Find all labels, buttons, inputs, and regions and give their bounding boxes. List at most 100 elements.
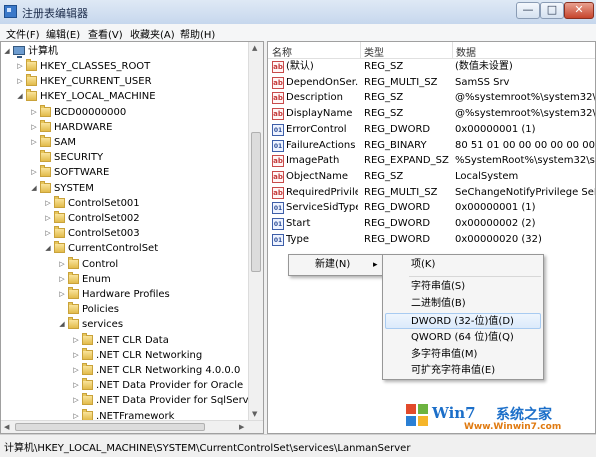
expanded-arrow-icon[interactable]: ◢ bbox=[3, 44, 11, 59]
string-value-icon: ab bbox=[272, 61, 284, 73]
tree-root-computer[interactable]: ◢ 计算机 bbox=[1, 44, 251, 59]
submenu-item-expandable-string-value[interactable]: 可扩充字符串值(E) bbox=[385, 363, 541, 379]
collapsed-arrow-icon[interactable]: ▷ bbox=[30, 120, 38, 135]
collapsed-arrow-icon[interactable]: ▷ bbox=[72, 333, 80, 348]
collapsed-arrow-icon[interactable]: ▷ bbox=[72, 378, 80, 393]
scroll-right-icon[interactable]: ▶ bbox=[239, 423, 244, 431]
collapsed-arrow-icon[interactable]: ▷ bbox=[30, 165, 38, 180]
collapsed-arrow-icon[interactable]: ▷ bbox=[44, 211, 52, 226]
tree-item[interactable]: ▷ ControlSet001 bbox=[1, 195, 249, 211]
scroll-down-icon[interactable]: ▼ bbox=[252, 410, 257, 418]
value-row[interactable]: 01 Type REG_DWORD 0x00000020 (32) bbox=[268, 232, 595, 248]
title-bar[interactable]: 注册表编辑器 — □ ✕ bbox=[0, 0, 596, 25]
close-button[interactable]: ✕ bbox=[564, 2, 594, 19]
value-row[interactable]: ab Description REG_SZ @%systemroot%\system3… bbox=[268, 90, 595, 106]
tree-item[interactable]: ▷ HKEY_CURRENT_USER bbox=[1, 74, 249, 89]
registry-tree[interactable]: ◢ 计算机 ▷ HKEY_CLASSES_ROOT ▷ HKEY_CURRENT_US… bbox=[0, 41, 264, 434]
tree-item[interactable]: Policies bbox=[1, 302, 249, 317]
collapsed-arrow-icon[interactable]: ▷ bbox=[72, 363, 80, 378]
value-row[interactable]: ab DependOnSer... REG_MULTI_SZ SamSS Srv bbox=[268, 75, 595, 91]
expanded-arrow-icon[interactable]: ◢ bbox=[30, 181, 38, 196]
submenu-item-string-value[interactable]: 字符串值(S) bbox=[385, 279, 541, 295]
maximize-button[interactable]: □ bbox=[540, 2, 564, 19]
tree-item[interactable]: SECURITY bbox=[1, 150, 249, 165]
tree-item[interactable]: ◢ HKEY_LOCAL_MACHINE bbox=[1, 89, 249, 104]
menu-item-new[interactable]: 新建(N) ▸ bbox=[291, 257, 381, 273]
submenu-item-binary-value[interactable]: 二进制值(B) bbox=[385, 296, 541, 312]
scroll-up-icon[interactable]: ▲ bbox=[252, 44, 257, 52]
menu-edit[interactable]: 编辑(E) bbox=[46, 26, 80, 41]
tree-item-label: ControlSet002 bbox=[68, 213, 140, 224]
scroll-thumb[interactable] bbox=[251, 132, 261, 272]
tree-item[interactable]: ◢ CurrentControlSet bbox=[1, 241, 249, 256]
tree-item[interactable]: ▷ Enum bbox=[1, 271, 249, 287]
tree-item[interactable]: ▷ .NET Data Provider for Oracle bbox=[1, 378, 249, 393]
value-type: REG_MULTI_SZ bbox=[364, 76, 438, 88]
submenu-item-key[interactable]: 项(K) bbox=[385, 257, 541, 273]
value-row[interactable]: ab ObjectName REG_SZ LocalSystem bbox=[268, 169, 595, 185]
tree-item[interactable]: ▷ SOFTWARE bbox=[1, 165, 249, 180]
menu-file[interactable]: 文件(F) bbox=[6, 26, 40, 41]
value-type: REG_DWORD bbox=[364, 218, 431, 229]
value-row[interactable]: 01 Start REG_DWORD 0x00000002 (2) bbox=[268, 216, 595, 232]
value-row[interactable]: ab (默认) REG_SZ (数值未设置) bbox=[268, 59, 595, 75]
minimize-button[interactable]: — bbox=[516, 2, 540, 19]
collapsed-arrow-icon[interactable]: ▷ bbox=[30, 135, 38, 150]
value-row[interactable]: ab ImagePath REG_EXPAND_SZ %SystemRoot%\sys… bbox=[268, 153, 595, 169]
tree-item[interactable]: ▷ .NET CLR Data bbox=[1, 332, 249, 348]
collapsed-arrow-icon[interactable]: ▷ bbox=[44, 196, 52, 211]
submenu-arrow-icon: ▸ bbox=[373, 260, 378, 270]
collapsed-arrow-icon[interactable]: ▷ bbox=[72, 348, 80, 363]
expanded-arrow-icon[interactable]: ◢ bbox=[16, 89, 24, 104]
tree-item[interactable]: ◢ services bbox=[1, 317, 249, 332]
menu-favorites[interactable]: 收藏夹(A) bbox=[130, 26, 175, 41]
tree-item[interactable]: ▷ .NET Data Provider for SqlServe bbox=[1, 393, 255, 408]
collapsed-arrow-icon[interactable]: ▷ bbox=[58, 272, 66, 287]
column-type[interactable]: 类型 bbox=[364, 44, 384, 59]
submenu-item-dword-value[interactable]: DWORD (32-位)值(D) bbox=[385, 313, 541, 329]
scroll-left-icon[interactable]: ◀ bbox=[4, 423, 9, 431]
folder-icon bbox=[68, 302, 79, 315]
collapsed-arrow-icon[interactable]: ▷ bbox=[58, 287, 66, 302]
menu-view[interactable]: 查看(V) bbox=[88, 26, 123, 41]
tree-item[interactable]: ▷ Control bbox=[1, 256, 249, 272]
tree-item[interactable]: ▷ .NET CLR Networking bbox=[1, 347, 249, 363]
tree-item[interactable]: ▷ ControlSet002 bbox=[1, 211, 249, 226]
tree-horizontal-scrollbar[interactable]: ◀ ▶ bbox=[1, 420, 263, 433]
tree-item[interactable]: ▷ HKEY_CLASSES_ROOT bbox=[1, 59, 249, 74]
column-name[interactable]: 名称 bbox=[272, 44, 292, 59]
collapsed-arrow-icon[interactable]: ▷ bbox=[72, 393, 80, 408]
submenu-item-multi-string-value[interactable]: 多字符串值(M) bbox=[385, 347, 541, 363]
collapsed-arrow-icon[interactable]: ▷ bbox=[58, 257, 66, 272]
value-row[interactable]: ab DisplayName REG_SZ @%systemroot%\system3… bbox=[268, 106, 595, 122]
column-data[interactable]: 数据 bbox=[456, 44, 476, 59]
folder-icon bbox=[82, 393, 93, 406]
tree-vertical-scrollbar[interactable]: ▲ ▼ bbox=[248, 42, 263, 422]
tree-item[interactable]: ▷ ControlSet003 bbox=[1, 226, 249, 241]
collapsed-arrow-icon[interactable]: ▷ bbox=[16, 74, 24, 89]
value-row[interactable]: 01 ErrorControl REG_DWORD 0x00000001 (1) bbox=[268, 122, 595, 138]
collapsed-arrow-icon[interactable]: ▷ bbox=[44, 226, 52, 241]
tree-item[interactable]: ◢ SYSTEM bbox=[1, 180, 249, 196]
folder-icon bbox=[26, 74, 37, 87]
value-row[interactable]: 01 ServiceSidType REG_DWORD 0x00000001 (1) bbox=[268, 200, 595, 216]
column-divider[interactable] bbox=[360, 42, 361, 58]
collapsed-arrow-icon[interactable]: ▷ bbox=[16, 59, 24, 74]
tree-item[interactable]: ▷ Hardware Profiles bbox=[1, 287, 249, 302]
tree-item[interactable]: ▷ HARDWARE bbox=[1, 119, 249, 135]
scroll-thumb[interactable] bbox=[15, 423, 205, 431]
tree-item-label: Hardware Profiles bbox=[82, 289, 170, 300]
column-divider[interactable] bbox=[452, 42, 453, 58]
tree-item[interactable]: ▷ SAM bbox=[1, 135, 249, 150]
value-row[interactable]: 01 FailureActions REG_BINARY 80 51 01 00 00… bbox=[268, 138, 595, 154]
expanded-arrow-icon[interactable]: ◢ bbox=[58, 317, 66, 332]
tree-item[interactable]: ▷ .NET CLR Networking 4.0.0.0 bbox=[1, 363, 249, 378]
value-row[interactable]: abRequiredPrivile... REG_MULTI_SZ SeChange… bbox=[268, 185, 595, 201]
tree-item[interactable]: ▷ BCD00000000 bbox=[1, 104, 249, 120]
expanded-arrow-icon[interactable]: ◢ bbox=[44, 241, 52, 256]
value-name: ErrorControl bbox=[286, 123, 347, 135]
menu-help[interactable]: 帮助(H) bbox=[180, 26, 215, 41]
submenu-item-qword-value[interactable]: QWORD (64 位)值(Q) bbox=[385, 330, 541, 346]
value-name: (默认) bbox=[286, 61, 314, 72]
collapsed-arrow-icon[interactable]: ▷ bbox=[30, 105, 38, 120]
